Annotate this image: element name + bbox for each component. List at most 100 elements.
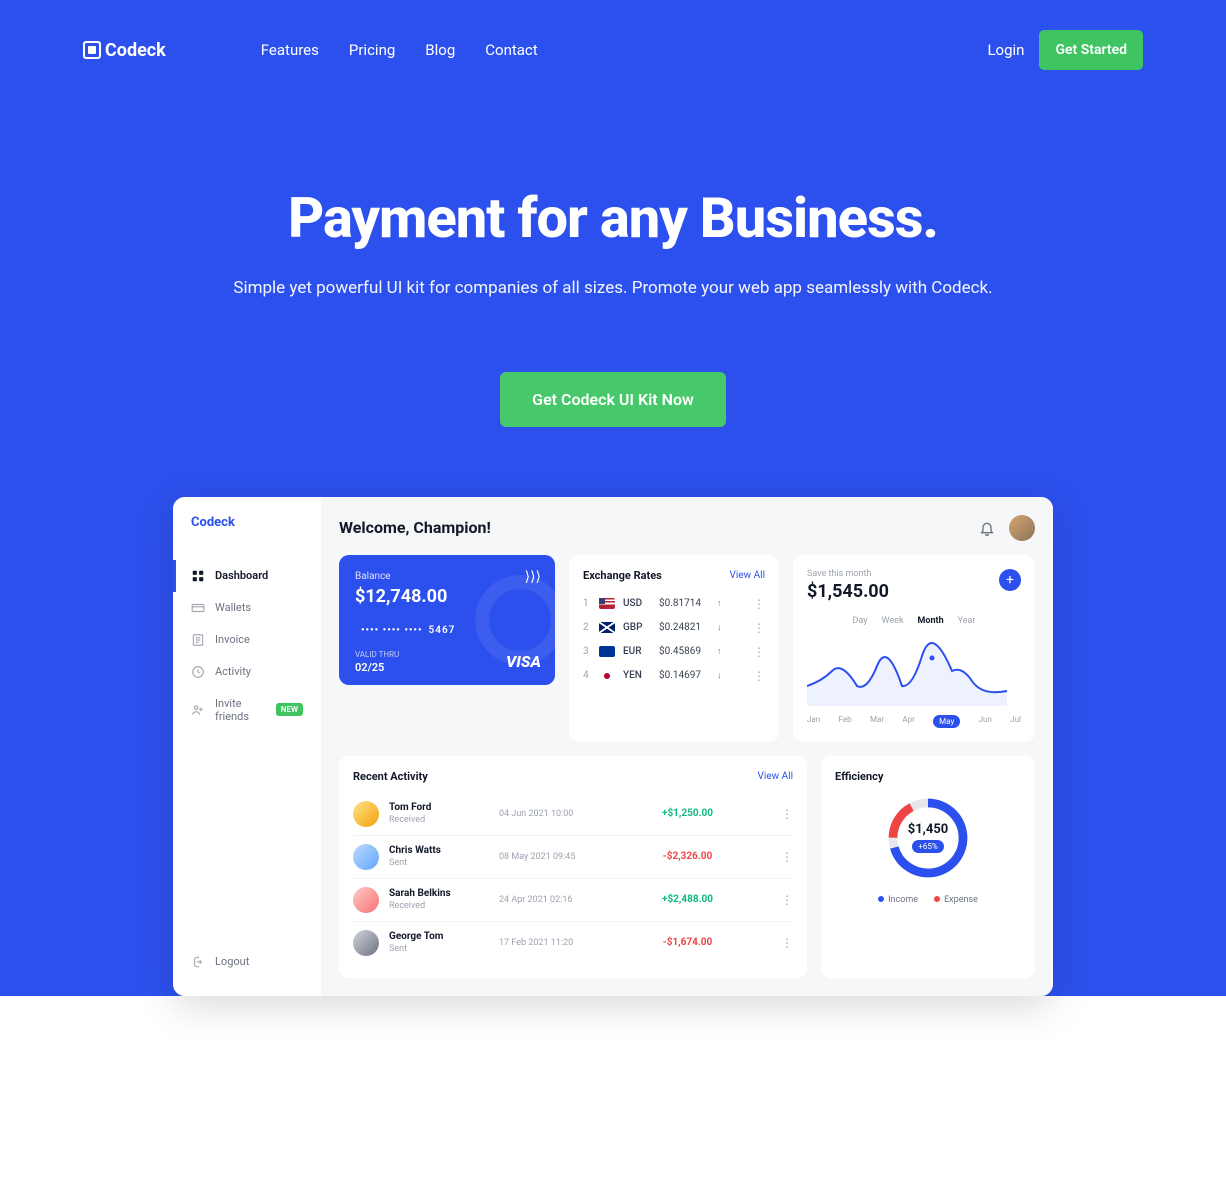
- get-started-button[interactable]: Get Started: [1039, 30, 1143, 70]
- activity-amount: -$1,674.00: [663, 937, 712, 948]
- month-tab[interactable]: Jul: [1010, 715, 1021, 728]
- activity-type: Received: [389, 901, 489, 911]
- activity-row: Chris Watts Sent 08 May 2021 09:45 -$2,326.…: [353, 836, 793, 879]
- nav-blog[interactable]: Blog: [425, 41, 455, 59]
- dashboard-brand: Codeck: [173, 515, 321, 530]
- rate-index: 2: [583, 622, 591, 633]
- month-tab[interactable]: Feb: [839, 715, 852, 728]
- nav-links: Features Pricing Blog Contact: [261, 41, 538, 59]
- more-icon[interactable]: ⋮: [753, 645, 765, 659]
- activity-avatar: [353, 801, 379, 827]
- rate-value: $0.45869: [659, 646, 709, 657]
- nav-pricing[interactable]: Pricing: [349, 41, 395, 59]
- period-tabs: Day Week Month Year: [807, 616, 1021, 626]
- efficiency-badge: +65%: [912, 840, 943, 853]
- sidebar-item-invoice[interactable]: Invoice: [173, 624, 321, 656]
- sidebar-item-activity[interactable]: Activity: [173, 656, 321, 688]
- dashboard-main: Welcome, Champion! ⟩⟩⟩ Balance $12,748.0…: [321, 497, 1053, 996]
- user-avatar[interactable]: [1009, 515, 1035, 541]
- month-tab[interactable]: Jun: [979, 715, 992, 728]
- card-brand: VISA: [506, 652, 541, 671]
- rate-currency: EUR: [623, 646, 651, 657]
- activity-view-all-link[interactable]: View All: [758, 771, 793, 782]
- trend-down-icon: ↓: [717, 670, 722, 681]
- rates-view-all-link[interactable]: View All: [730, 570, 765, 581]
- activity-row: Tom FordReceived04 Jun 2021 10:00+$1,250…: [353, 793, 793, 836]
- activity-title: Recent Activity: [353, 770, 428, 783]
- month-tab[interactable]: Jan: [807, 715, 820, 728]
- activity-icon: [191, 665, 205, 679]
- rate-currency: GBP: [623, 622, 651, 633]
- nav-features[interactable]: Features: [261, 41, 319, 59]
- activity-date: 24 Apr 2021 02:16: [499, 895, 594, 905]
- activity-name: Chris Watts: [389, 845, 489, 856]
- rate-value: $0.81714: [659, 598, 709, 609]
- sidebar-item-logout[interactable]: Logout: [173, 946, 321, 978]
- invite-icon: [191, 703, 205, 717]
- login-link[interactable]: Login: [987, 41, 1024, 59]
- efficiency-donut: $1,450 +65%: [883, 793, 973, 883]
- more-icon[interactable]: ⋮: [753, 621, 765, 635]
- activity-date: 08 May 2021 09:45: [499, 852, 594, 862]
- dashboard-preview: Codeck Dashboard Wallets Invoice Activit…: [173, 497, 1053, 996]
- bell-icon[interactable]: [979, 520, 995, 536]
- flag-icon: [599, 622, 615, 633]
- more-icon[interactable]: ⋮: [781, 807, 793, 821]
- rate-row: 3EUR$0.45869↑⋮: [583, 640, 765, 664]
- rate-index: 4: [583, 670, 591, 681]
- flag-icon: [599, 598, 615, 609]
- legend-income: Income: [878, 895, 918, 905]
- sidebar-item-invite[interactable]: Invite friends NEW: [173, 688, 321, 732]
- rate-value: $0.14697: [659, 670, 709, 681]
- more-icon[interactable]: ⋮: [781, 850, 793, 864]
- save-label: Save this month: [807, 569, 1021, 579]
- invoice-icon: [191, 633, 205, 647]
- activity-amount: +$1,250.00: [662, 808, 713, 819]
- period-tab[interactable]: Day: [853, 616, 868, 626]
- efficiency-title: Efficiency: [835, 770, 1021, 783]
- sidebar-label: Wallets: [215, 601, 251, 614]
- month-tab[interactable]: May: [933, 715, 960, 728]
- activity-avatar: [353, 930, 379, 956]
- efficiency-card: Efficiency $1,450 +65%: [821, 756, 1035, 978]
- rate-row: 2GBP$0.24821↓⋮: [583, 616, 765, 640]
- save-month-card: + Save this month $1,545.00 DayWeekMonth…: [793, 555, 1035, 742]
- brand-logo[interactable]: Codeck: [83, 40, 166, 61]
- rate-index: 3: [583, 646, 591, 657]
- month-tab[interactable]: Mar: [870, 715, 884, 728]
- more-icon[interactable]: ⋮: [753, 597, 765, 611]
- activity-type: Received: [389, 815, 489, 825]
- nav-contact[interactable]: Contact: [485, 41, 537, 59]
- period-tab[interactable]: Month: [918, 616, 944, 626]
- activity-type: Sent: [389, 944, 489, 954]
- efficiency-value: $1,450: [908, 822, 949, 837]
- month-tab[interactable]: Apr: [902, 715, 914, 728]
- sidebar-label: Dashboard: [215, 569, 268, 582]
- sidebar-label: Invoice: [215, 633, 250, 646]
- flag-icon: [599, 670, 615, 681]
- period-tab[interactable]: Week: [882, 616, 904, 626]
- activity-amount: -$2,326.00: [663, 851, 712, 862]
- activity-name: Sarah Belkins: [389, 888, 489, 899]
- activity-avatar: [353, 887, 379, 913]
- more-icon[interactable]: ⋮: [781, 936, 793, 950]
- period-tab[interactable]: Year: [958, 616, 976, 626]
- sidebar: Codeck Dashboard Wallets Invoice Activit…: [173, 497, 321, 996]
- exchange-rates-title: Exchange Rates: [583, 569, 662, 582]
- activity-date: 17 Feb 2021 11:20: [499, 938, 594, 948]
- hero-cta-button[interactable]: Get Codeck UI Kit Now: [500, 372, 726, 427]
- balance-card: ⟩⟩⟩ Balance $12,748.00 •••• •••• ••••546…: [339, 555, 555, 685]
- sidebar-item-wallets[interactable]: Wallets: [173, 592, 321, 624]
- sidebar-label: Activity: [215, 665, 251, 678]
- add-button[interactable]: +: [999, 569, 1021, 591]
- welcome-heading: Welcome, Champion!: [339, 518, 491, 537]
- rate-value: $0.24821: [659, 622, 709, 633]
- activity-type: Sent: [389, 858, 489, 868]
- more-icon[interactable]: ⋮: [781, 893, 793, 907]
- hero-title: Payment for any Business.: [30, 185, 1196, 251]
- sidebar-item-dashboard[interactable]: Dashboard: [173, 560, 321, 592]
- dashboard-icon: [191, 569, 205, 583]
- rate-index: 1: [583, 598, 591, 609]
- more-icon[interactable]: ⋮: [753, 669, 765, 683]
- sidebar-label: Invite friends: [215, 697, 266, 723]
